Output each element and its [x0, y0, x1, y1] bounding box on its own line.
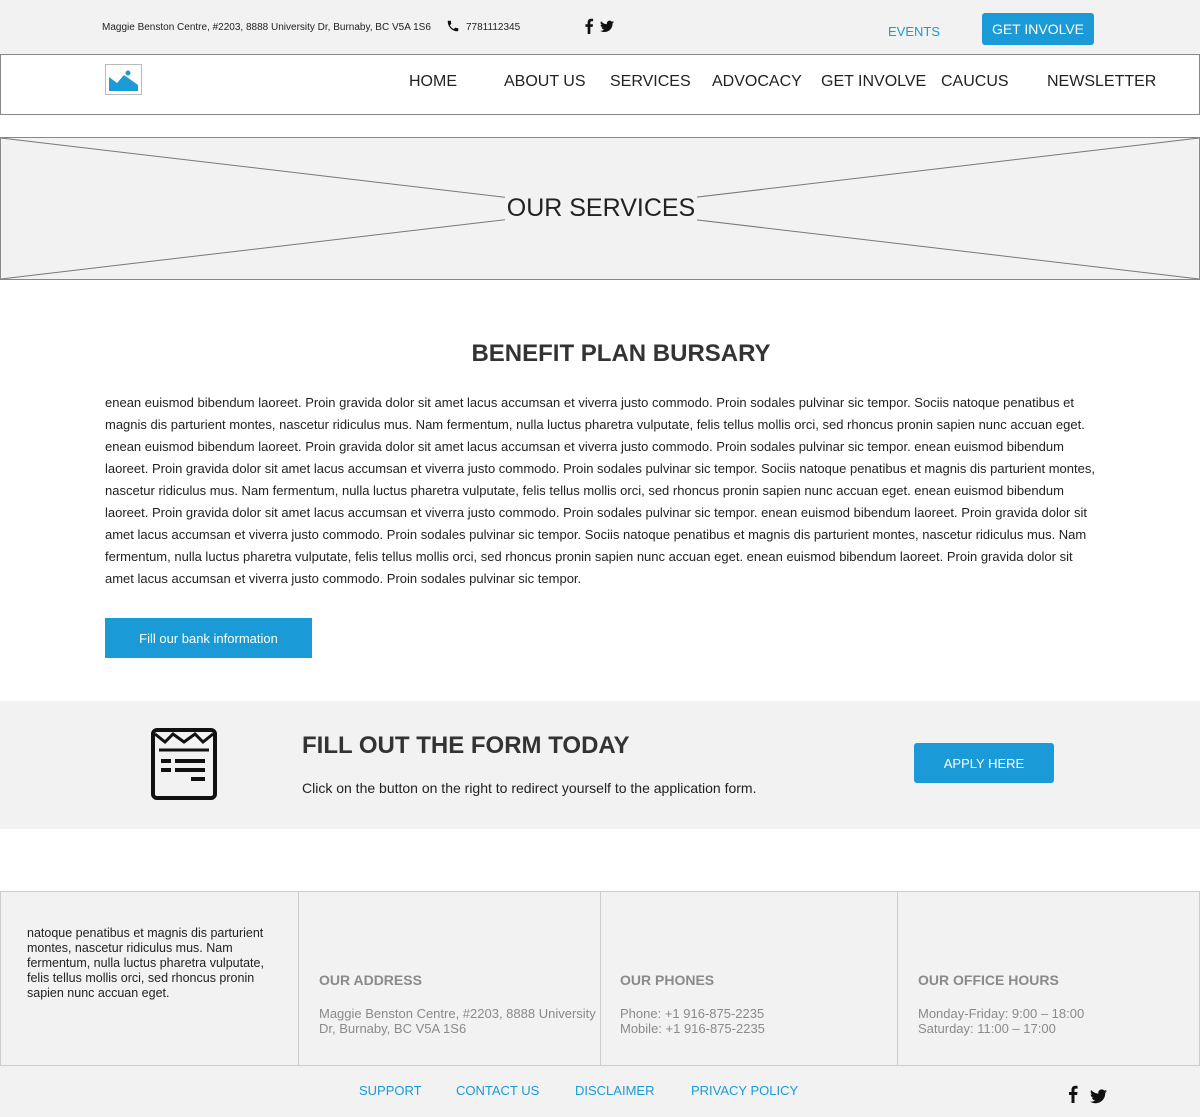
main-nav: HOME ABOUT US SERVICES ADVOCACY GET INVO…: [0, 54, 1200, 115]
nav-about-us[interactable]: ABOUT US: [504, 73, 586, 91]
logo[interactable]: [105, 64, 142, 95]
contact-us-link[interactable]: CONTACT US: [456, 1083, 539, 1098]
section-title: BENEFIT PLAN BURSARY: [471, 340, 771, 367]
facebook-icon[interactable]: [1068, 1084, 1078, 1104]
footer-phones-text: Phone: +1 916-875-2235 Mobile: +1 916-87…: [620, 1006, 765, 1036]
image-placeholder-icon: [106, 65, 141, 94]
disclaimer-link[interactable]: DISCLAIMER: [575, 1083, 654, 1098]
footer-hours-column: OUR OFFICE HOURS Monday-Friday: 9:00 – 1…: [898, 892, 1200, 1066]
footer-hours-text: Monday-Friday: 9:00 – 18:00 Saturday: 11…: [918, 1006, 1084, 1036]
cta-text: Click on the button on the right to redi…: [302, 780, 757, 796]
footer-columns: natoque penatibus et magnis dis parturie…: [0, 891, 1200, 1066]
cta-title: FILL OUT THE FORM TODAY: [302, 732, 630, 759]
footer-address-heading: OUR ADDRESS: [319, 972, 422, 988]
footer-phones-column: OUR PHONES Phone: +1 916-875-2235 Mobile…: [601, 892, 898, 1066]
footer-about-column: natoque penatibus et magnis dis parturie…: [1, 892, 299, 1066]
footer-phone-line: Phone: +1 916-875-2235: [620, 1006, 765, 1021]
hero-title-wrap: OUR SERVICES: [1, 194, 1200, 223]
footer-phones-heading: OUR PHONES: [620, 972, 715, 988]
footer-address-column: OUR ADDRESS Maggie Benston Centre, #2203…: [299, 892, 601, 1066]
top-bar: Maggie Benston Centre, #2203, 8888 Unive…: [0, 0, 1200, 54]
privacy-policy-link[interactable]: PRIVACY POLICY: [691, 1083, 798, 1098]
nav-caucus[interactable]: CAUCUS: [941, 73, 1009, 91]
nav-services[interactable]: SERVICES: [610, 73, 691, 91]
support-link[interactable]: SUPPORT: [359, 1083, 422, 1098]
footer-hours-heading: OUR OFFICE HOURS: [918, 972, 1059, 988]
twitter-icon[interactable]: [600, 20, 614, 33]
bottom-bar: SUPPORT CONTACT US DISCLAIMER PRIVACY PO…: [0, 1066, 1200, 1117]
events-link[interactable]: EVENTS: [888, 24, 940, 39]
hero-title: OUR SERVICES: [504, 194, 698, 222]
form-icon: [151, 728, 217, 800]
twitter-icon[interactable]: [1090, 1089, 1107, 1104]
nav-get-involve[interactable]: GET INVOLVE: [821, 73, 926, 91]
top-phone: 7781112345: [466, 22, 521, 33]
top-address: Maggie Benston Centre, #2203, 8888 Unive…: [102, 22, 431, 33]
apply-here-button[interactable]: APPLY HERE: [914, 743, 1054, 783]
hero-banner: OUR SERVICES: [0, 137, 1200, 280]
nav-newsletter[interactable]: NEWSLETTER: [1047, 73, 1156, 91]
body-paragraph: enean euismod bibendum laoreet. Proin gr…: [105, 392, 1095, 590]
nav-home[interactable]: HOME: [409, 73, 457, 91]
footer-about-text: natoque penatibus et magnis dis parturie…: [27, 926, 264, 1000]
footer-hours-weekday: Monday-Friday: 9:00 – 18:00: [918, 1006, 1085, 1021]
get-involve-button[interactable]: GET INVOLVE: [982, 13, 1094, 45]
footer-mobile-line: Mobile: +1 916-875-2235: [620, 1021, 765, 1036]
facebook-icon[interactable]: [584, 18, 594, 34]
bank-info-button[interactable]: Fill our bank information: [105, 618, 312, 658]
cta-band: FILL OUT THE FORM TODAY Click on the but…: [0, 701, 1200, 829]
footer-address-text: Maggie Benston Centre, #2203, 8888 Unive…: [319, 1006, 596, 1036]
footer-hours-saturday: Saturday: 11:00 – 17:00: [918, 1021, 1056, 1036]
nav-advocacy[interactable]: ADVOCACY: [712, 73, 802, 91]
phone-icon: [447, 20, 459, 32]
